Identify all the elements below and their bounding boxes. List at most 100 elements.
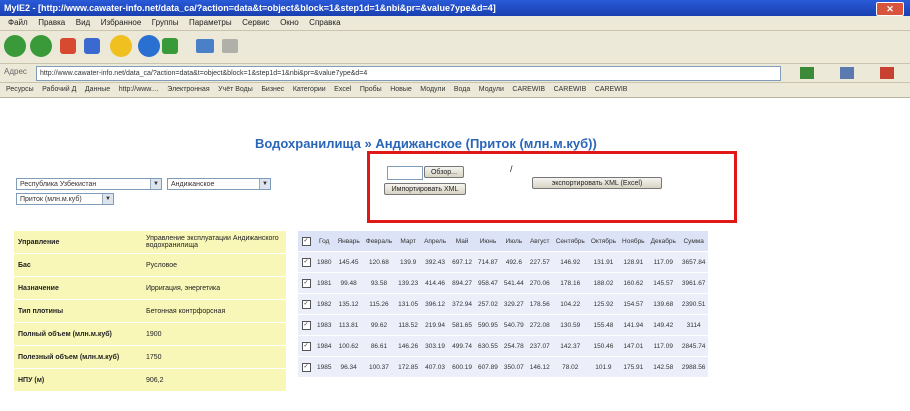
- value-cell: 414.46: [421, 272, 450, 294]
- menu-item[interactable]: Группы: [152, 16, 179, 30]
- menu-item[interactable]: Вид: [76, 16, 90, 30]
- print-icon[interactable]: [222, 39, 238, 53]
- page-content: Водохранилища » Андижанское (Приток (млн…: [0, 98, 910, 411]
- refresh-icon[interactable]: [84, 38, 100, 54]
- history-icon[interactable]: [162, 38, 178, 54]
- value-cell: 3657.84: [678, 251, 709, 273]
- chevron-down-icon[interactable]: ▼: [102, 194, 113, 204]
- value-cell: 101.9: [587, 356, 620, 378]
- link-item[interactable]: http://www....: [119, 83, 159, 97]
- link-item[interactable]: CAREWIB: [595, 83, 628, 97]
- value-cell: 392.43: [421, 251, 450, 273]
- stop-icon[interactable]: [60, 38, 76, 54]
- row-checkbox[interactable]: ✓: [298, 251, 314, 273]
- reservoir-info-table: Управление Управление эксплуатации Андижа…: [14, 231, 286, 392]
- go-icon[interactable]: [800, 67, 814, 79]
- value-cell: 135.12: [334, 293, 363, 315]
- value-cell: 100.37: [362, 356, 396, 378]
- row-checkbox[interactable]: ✓: [298, 293, 314, 315]
- link-item[interactable]: CAREWIB: [512, 83, 545, 97]
- value-cell: 3114: [678, 314, 709, 336]
- value-cell: 139.9: [395, 251, 422, 273]
- link-item[interactable]: Ресурсы: [6, 83, 34, 97]
- address-bar: Адрес http://www.cawater-info.net/data_c…: [0, 64, 910, 83]
- info-row: Бас Русловое: [14, 253, 286, 277]
- value-cell: 125.92: [587, 293, 620, 315]
- reservoir-select[interactable]: Андижанское ▼: [167, 178, 271, 190]
- value-cell: 492.6: [500, 251, 527, 273]
- link-item[interactable]: Модули: [479, 83, 504, 97]
- value-cell: 146.12: [526, 356, 553, 378]
- link-item[interactable]: Электронная: [167, 83, 209, 97]
- link-item[interactable]: Модули: [420, 83, 445, 97]
- link-item[interactable]: Пробы: [360, 83, 382, 97]
- address-input[interactable]: http://www.cawater-info.net/data_ca/?act…: [36, 66, 781, 81]
- column-header: Июль: [500, 231, 527, 252]
- menu-item[interactable]: Файл: [8, 16, 28, 30]
- value-cell: 219.94: [421, 314, 450, 336]
- row-checkbox[interactable]: ✓: [298, 356, 314, 378]
- toolbar-icon[interactable]: [840, 67, 854, 79]
- column-header: Февраль: [362, 231, 396, 252]
- table-row: ✓ 1982 135.12 115.26 131.05 396.12 372.94 257.0…: [298, 293, 709, 315]
- column-header: Ноябрь: [619, 231, 648, 252]
- toolbar-icon[interactable]: [880, 67, 894, 79]
- window-icon[interactable]: [196, 39, 214, 53]
- row-checkbox[interactable]: ✓: [298, 314, 314, 336]
- link-item[interactable]: CAREWIB: [554, 83, 587, 97]
- value-cell: 93.58: [362, 272, 396, 294]
- column-header: Январь: [334, 231, 363, 252]
- value-cell: 146.92: [552, 251, 588, 273]
- chevron-down-icon[interactable]: ▼: [150, 179, 161, 189]
- column-header: Сентябрь: [552, 231, 588, 252]
- link-item[interactable]: Рабочий Д: [42, 83, 76, 97]
- value-cell: 146.26: [395, 335, 422, 357]
- value-cell: 581.65: [449, 314, 476, 336]
- value-cell: 3961.67: [678, 272, 709, 294]
- link-item[interactable]: Новые: [390, 83, 412, 97]
- menu-item[interactable]: Параметры: [189, 16, 232, 30]
- value-cell: 178.56: [526, 293, 553, 315]
- menu-item[interactable]: Избранное: [101, 16, 142, 30]
- param-select[interactable]: Приток (млн.м.куб) ▼: [16, 193, 114, 205]
- ie-icon[interactable]: [138, 35, 160, 57]
- inflow-data-table: ✓ Год Январь Февраль Март Апрель Май Июн…: [298, 231, 709, 378]
- select-all-checkbox[interactable]: ✓: [298, 231, 314, 252]
- link-item[interactable]: Категории: [293, 83, 326, 97]
- value-cell: 113.81: [334, 314, 363, 336]
- column-header: Март: [395, 231, 422, 252]
- value-cell: 600.19: [449, 356, 476, 378]
- info-value: Ирригация, энергетика: [142, 276, 286, 300]
- row-checkbox[interactable]: ✓: [298, 335, 314, 357]
- menu-item[interactable]: Правка: [38, 16, 65, 30]
- menu-bar: Файл Правка Вид Избранное Группы Парамет…: [0, 16, 910, 31]
- forward-icon[interactable]: [30, 35, 52, 57]
- value-cell: 540.79: [500, 314, 527, 336]
- info-value: 1750: [142, 345, 286, 369]
- menu-item[interactable]: Окно: [280, 16, 299, 30]
- value-cell: 139.68: [647, 293, 679, 315]
- menu-item[interactable]: Сервис: [242, 16, 269, 30]
- year-cell: 1983: [314, 314, 335, 336]
- value-cell: 120.68: [362, 251, 396, 273]
- value-cell: 145.45: [334, 251, 363, 273]
- country-select[interactable]: Республика Узбекистан ▼: [16, 178, 162, 190]
- link-item[interactable]: Данные: [85, 83, 110, 97]
- link-item[interactable]: Бизнес: [261, 83, 284, 97]
- row-checkbox[interactable]: ✓: [298, 272, 314, 294]
- value-cell: 372.94: [449, 293, 476, 315]
- table-header-row: ✓ Год Январь Февраль Март Апрель Май Июн…: [298, 231, 709, 252]
- close-window-button[interactable]: ✕: [876, 2, 904, 16]
- back-icon[interactable]: [4, 35, 26, 57]
- window-titlebar: MyIE2 - [http://www.cawater-info.net/dat…: [0, 0, 910, 16]
- chevron-down-icon[interactable]: ▼: [259, 179, 270, 189]
- value-cell: 130.59: [552, 314, 588, 336]
- value-cell: 142.37: [552, 335, 588, 357]
- menu-item[interactable]: Справка: [309, 16, 340, 30]
- value-cell: 172.85: [395, 356, 422, 378]
- link-item[interactable]: Учёт Воды: [218, 83, 253, 97]
- link-item[interactable]: Вода: [454, 83, 470, 97]
- favorites-icon[interactable]: [110, 35, 132, 57]
- link-item[interactable]: Excel: [334, 83, 351, 97]
- value-cell: 2845.74: [678, 335, 709, 357]
